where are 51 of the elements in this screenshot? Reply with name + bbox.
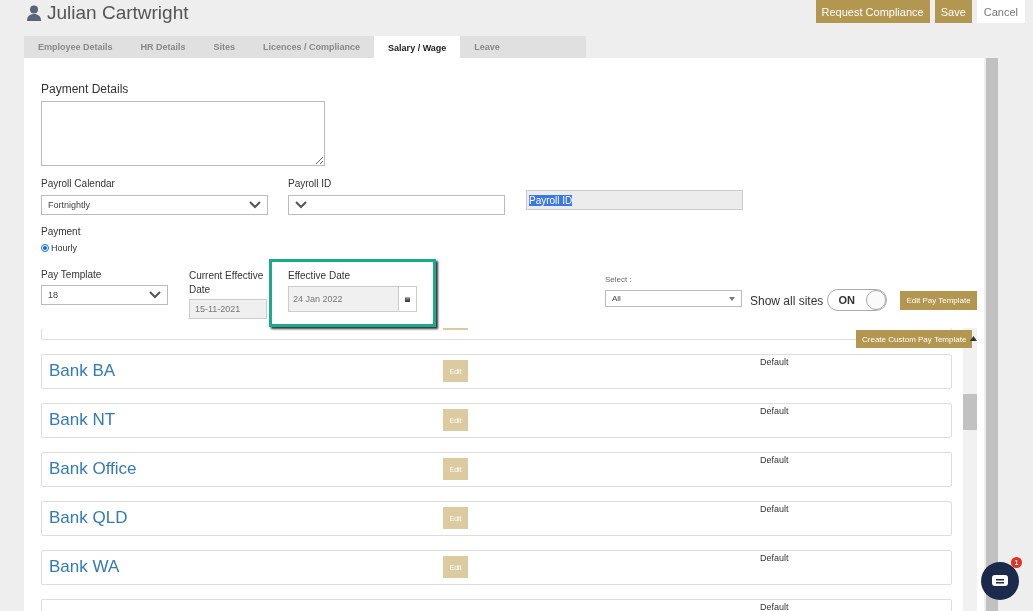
chevron-down-icon bbox=[295, 201, 307, 209]
calendar-button[interactable] bbox=[399, 286, 417, 312]
template-status: Default bbox=[760, 455, 789, 465]
current-effective-date-field[interactable]: 15-11-2021 bbox=[189, 299, 267, 319]
scroll-up-icon[interactable] bbox=[970, 336, 977, 341]
field-label: Payroll ID bbox=[288, 178, 333, 189]
chevron-down-icon bbox=[149, 291, 161, 299]
edit-pay-template-button[interactable]: Edit Pay Template bbox=[900, 291, 977, 310]
template-name[interactable]: Bank WA bbox=[42, 551, 443, 577]
tab[interactable]: Licences / Compliance bbox=[249, 36, 375, 58]
radio-button[interactable] bbox=[41, 244, 49, 252]
toggle-label: Show all sites bbox=[750, 294, 824, 308]
payment-details-field[interactable] bbox=[41, 101, 325, 166]
template-status: Default bbox=[760, 357, 789, 367]
employee-name: Julian Cartwright bbox=[47, 2, 189, 24]
header-button[interactable]: Save bbox=[934, 0, 972, 23]
create-custom-pay-template-button[interactable]: Create Custom Pay Template bbox=[856, 330, 973, 348]
header-button[interactable]: Request Compliance bbox=[815, 0, 930, 23]
user-icon bbox=[27, 5, 41, 21]
header-button[interactable]: Cancel bbox=[976, 0, 1025, 23]
pay-template-select[interactable]: 18 bbox=[41, 285, 168, 305]
tab[interactable]: HR Details bbox=[126, 36, 200, 58]
field-label: Payment bbox=[41, 226, 82, 237]
template-status: Default bbox=[760, 553, 789, 563]
field-label: Current Effective Date bbox=[189, 269, 265, 297]
field-label: Payment Details bbox=[41, 82, 130, 96]
chevron-down-icon bbox=[249, 201, 261, 209]
template-name[interactable]: Bank BA bbox=[42, 355, 443, 381]
payroll-calendar-select[interactable]: Fortnightly bbox=[41, 195, 268, 215]
template-status: Default bbox=[760, 406, 789, 416]
template-status: Default bbox=[760, 602, 789, 611]
tab[interactable]: Employee Details bbox=[24, 36, 127, 58]
field-label: Payroll Calendar bbox=[41, 178, 116, 189]
template-name[interactable]: Bank QLD bbox=[42, 502, 443, 528]
site-select[interactable]: All bbox=[605, 290, 742, 307]
caret-icon bbox=[729, 296, 735, 301]
radio-label: Hourly bbox=[51, 243, 77, 253]
field-label: Effective Date bbox=[288, 270, 352, 281]
scrollbar[interactable] bbox=[986, 58, 998, 611]
chat-icon bbox=[992, 575, 1008, 587]
template-name[interactable]: Bank Office bbox=[42, 453, 443, 479]
template-status: Default bbox=[760, 504, 789, 514]
tab[interactable]: Sites bbox=[199, 36, 250, 58]
template-name[interactable]: Bank NT bbox=[42, 404, 443, 430]
tab[interactable]: Leave bbox=[460, 36, 514, 58]
show-all-sites-toggle[interactable]: ON bbox=[827, 289, 888, 311]
payroll-id-field[interactable]: Payroll ID bbox=[526, 190, 743, 210]
effective-date-field[interactable]: 24 Jan 2022 bbox=[288, 286, 399, 312]
field-label: Pay Template bbox=[41, 269, 103, 280]
tab[interactable]: Salary / Wage bbox=[374, 36, 461, 59]
field-label: Select : bbox=[605, 275, 633, 284]
